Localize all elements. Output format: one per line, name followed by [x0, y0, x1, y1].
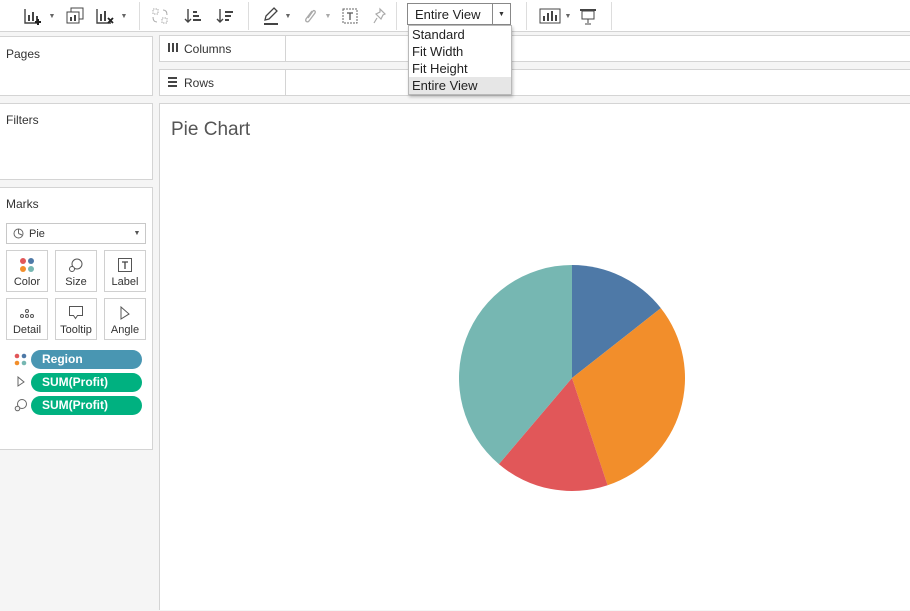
show-me-dropdown-icon[interactable]: ▼ [563, 9, 573, 23]
columns-icon [167, 42, 178, 56]
highlight-dropdown-icon[interactable]: ▼ [283, 9, 293, 23]
sort-descending-icon[interactable] [215, 5, 235, 27]
filters-card[interactable]: Filters [0, 103, 153, 180]
pages-card-title: Pages [6, 47, 41, 61]
fit-option-fit-width[interactable]: Fit Width [409, 43, 511, 60]
show-me-icon[interactable] [538, 5, 562, 27]
size-icon [56, 257, 96, 273]
color-button[interactable]: Color [6, 250, 48, 292]
sort-ascending-icon[interactable] [183, 5, 203, 27]
rows-label: Rows [184, 75, 215, 90]
columns-shelf[interactable]: Columns [159, 35, 910, 62]
new-worksheet-icon[interactable] [22, 5, 44, 27]
new-worksheet-dropdown-icon[interactable]: ▼ [47, 9, 57, 23]
fit-option-fit-height[interactable]: Fit Height [409, 60, 511, 77]
detail-button[interactable]: Detail [6, 298, 48, 340]
sum-profit-angle-pill[interactable]: SUM(Profit) [31, 372, 142, 392]
angle-icon [10, 376, 31, 388]
color-dots-icon [7, 257, 47, 273]
presentation-icon[interactable] [578, 5, 598, 27]
pie-mark-icon [7, 228, 29, 239]
pin-icon[interactable] [370, 5, 390, 27]
columns-label: Columns [184, 41, 232, 56]
detail-button-label: Detail [12, 324, 42, 336]
label-button-label: Label [111, 276, 139, 288]
angle-button-label: Angle [110, 324, 140, 336]
text-label-icon [105, 257, 145, 273]
marks-card-title: Marks [6, 197, 39, 211]
group-dropdown-icon[interactable]: ▼ [323, 9, 333, 23]
fit-dropdown-menu: Standard Fit Width Fit Height Entire Vie… [408, 25, 512, 95]
fit-select-value: Entire View [415, 6, 481, 22]
group-icon[interactable] [300, 5, 318, 27]
view-canvas[interactable]: Pie Chart [159, 103, 910, 610]
pages-card: Pages [0, 36, 153, 96]
angle-button[interactable]: Angle [104, 298, 146, 340]
clear-sheet-dropdown-icon[interactable]: ▼ [119, 9, 129, 23]
angle-pill-row: SUM(Profit) [10, 372, 142, 392]
clear-sheet-icon[interactable] [94, 5, 116, 27]
mark-type-value: Pie [29, 227, 45, 240]
highlight-icon[interactable] [262, 5, 280, 27]
size-button-label: Size [65, 276, 87, 288]
fit-option-entire-view[interactable]: Entire View [409, 77, 511, 94]
chevron-down-icon[interactable]: ▼ [129, 230, 145, 237]
rows-icon [167, 76, 178, 90]
size-icon [10, 398, 31, 412]
label-toggle-icon[interactable] [340, 5, 360, 27]
tooltip-icon [56, 305, 96, 321]
size-button[interactable]: Size [55, 250, 97, 292]
swap-icon[interactable] [150, 5, 170, 27]
columns-shelf-label: Columns [160, 36, 286, 61]
fit-option-standard[interactable]: Standard [409, 26, 511, 43]
color-dots-icon [10, 353, 31, 366]
rows-shelf-label: Rows [160, 70, 286, 95]
region-pill-row: Region [10, 349, 142, 369]
color-button-label: Color [13, 276, 41, 288]
angle-icon [105, 305, 145, 321]
tooltip-button[interactable]: Tooltip [55, 298, 97, 340]
chevron-down-icon[interactable]: ▼ [492, 4, 510, 24]
size-pill-row: SUM(Profit) [10, 395, 142, 415]
mark-type-select[interactable]: Pie ▼ [6, 223, 146, 244]
region-pill[interactable]: Region [31, 349, 142, 369]
pie-chart [459, 265, 685, 491]
fit-select[interactable]: Entire View ▼ [407, 3, 511, 25]
detail-dots-icon [7, 305, 47, 321]
tooltip-button-label: Tooltip [60, 324, 92, 336]
duplicate-sheet-icon[interactable] [64, 5, 86, 27]
filters-card-title: Filters [6, 113, 39, 127]
sum-profit-size-pill[interactable]: SUM(Profit) [31, 395, 142, 415]
label-button[interactable]: Label [104, 250, 146, 292]
rows-shelf[interactable]: Rows [159, 69, 910, 96]
